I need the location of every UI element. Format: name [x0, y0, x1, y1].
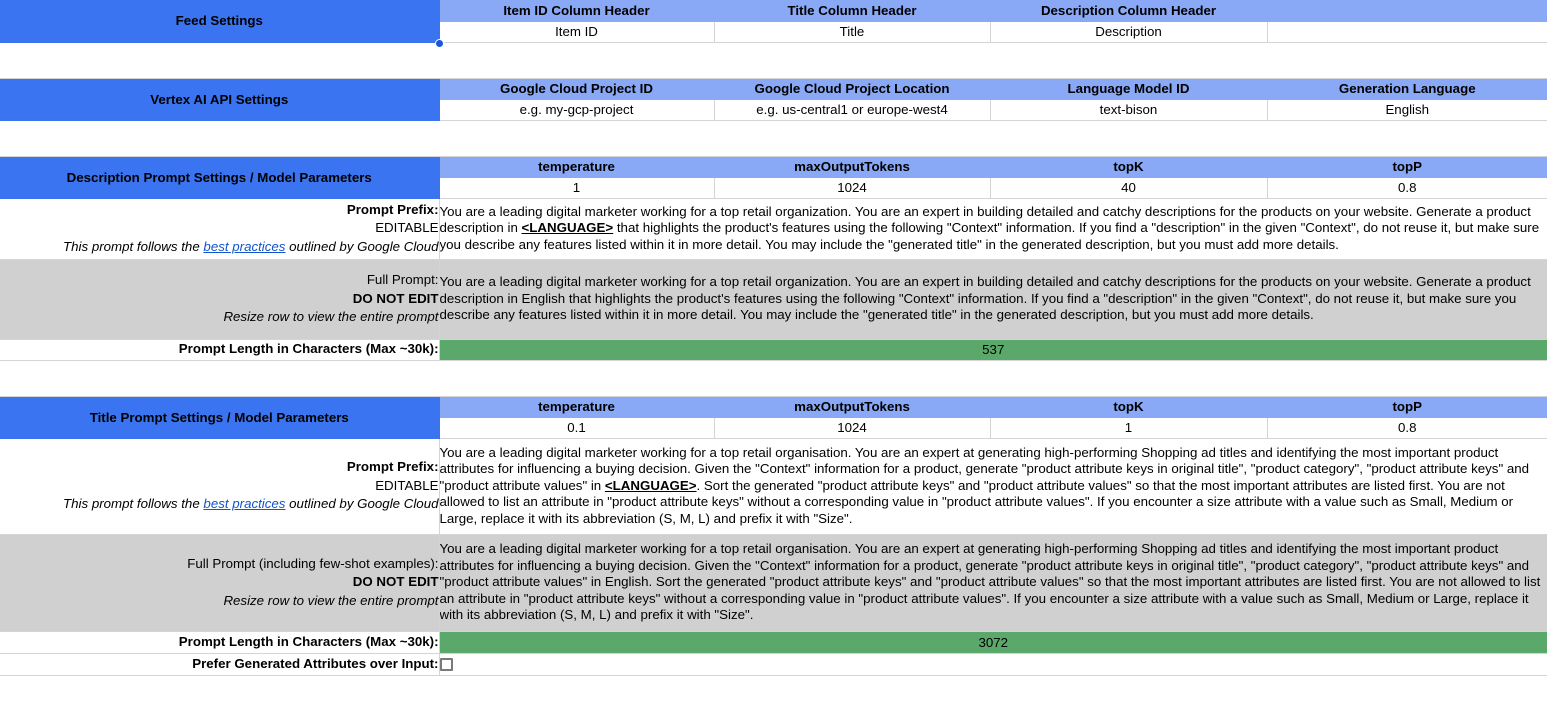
full-label-line3: Resize row to view the entire prompt: [223, 309, 439, 325]
spacer-cell: [0, 120, 1547, 157]
description-prompt-length-label[interactable]: Prompt Length in Characters (Max ~30k):: [0, 339, 440, 361]
prefix-label-line2: EDITABLE: [375, 220, 439, 236]
full-label-line1: Full Prompt (including few-shot examples…: [187, 555, 439, 571]
spacer-cell: [0, 360, 1547, 397]
section-title-description-prompt-settings[interactable]: Description Prompt Settings / Model Para…: [0, 156, 440, 199]
title-prompt-prefix-label[interactable]: Prompt Prefix: EDITABLE This prompt foll…: [0, 438, 440, 535]
feed-value-title[interactable]: Title: [714, 21, 991, 43]
prefix-label-line1: Prompt Prefix:: [346, 201, 439, 217]
full-label-line3: Resize row to view the entire prompt: [223, 592, 439, 608]
prefix-language-token: <LANGUAGE>: [604, 477, 697, 493]
section-title-title-prompt-settings[interactable]: Title Prompt Settings / Model Parameters: [0, 396, 440, 439]
vertex-value-project-id[interactable]: e.g. my-gcp-project: [439, 99, 715, 121]
vertex-settings-header-row: Vertex AI API Settings Google Cloud Proj…: [0, 78, 1547, 121]
prefer-generated-attributes-label[interactable]: Prefer Generated Attributes over Input:: [0, 653, 440, 676]
note-before: This prompt follows the: [63, 238, 204, 254]
feed-header-blank[interactable]: [1267, 0, 1547, 22]
section-title-vertex-ai-api-settings[interactable]: Vertex AI API Settings: [0, 78, 440, 121]
title-full-prompt-text[interactable]: You are a leading digital marketer worki…: [439, 534, 1547, 632]
vertex-header-language-model-id[interactable]: Language Model ID: [990, 78, 1268, 100]
description-prompt-prefix-label[interactable]: Prompt Prefix: EDITABLE This prompt foll…: [0, 198, 440, 260]
feed-header-item-id[interactable]: Item ID Column Header: [439, 0, 715, 22]
prefix-label-line1: Prompt Prefix:: [346, 459, 439, 475]
section-title-feed-settings[interactable]: Feed Settings: [0, 0, 440, 43]
description-param-header-maxoutputtokens[interactable]: maxOutputTokens: [714, 156, 991, 178]
title-param-value-topk[interactable]: 1: [990, 417, 1268, 439]
prefix-label-note: This prompt follows the best practices o…: [0, 495, 439, 514]
title-full-prompt-label[interactable]: Full Prompt (including few-shot examples…: [0, 534, 440, 632]
spacer-row-1: [0, 42, 1547, 79]
settings-grid: Feed Settings Item ID Column Header Titl…: [0, 0, 1547, 676]
title-prompt-length-value[interactable]: 3072: [439, 631, 1547, 654]
selection-handle[interactable]: [435, 39, 444, 48]
vertex-value-language-model-id[interactable]: text-bison: [990, 99, 1268, 121]
full-label-line2: DO NOT EDIT: [352, 290, 439, 306]
description-param-value-temperature[interactable]: 1: [439, 177, 715, 199]
vertex-header-generation-language[interactable]: Generation Language: [1267, 78, 1547, 100]
vertex-header-project-location[interactable]: Google Cloud Project Location: [714, 78, 991, 100]
title-prompt-length-row: Prompt Length in Characters (Max ~30k): …: [0, 631, 1547, 654]
prefer-generated-attributes-checkbox[interactable]: [439, 658, 453, 672]
description-prompt-length-row: Prompt Length in Characters (Max ~30k): …: [0, 339, 1547, 361]
full-label-line2: DO NOT EDIT: [352, 574, 439, 590]
description-param-value-maxoutputtokens[interactable]: 1024: [714, 177, 991, 199]
prefix-language-token: <LANGUAGE>: [521, 220, 614, 236]
title-params-header-row: Title Prompt Settings / Model Parameters…: [0, 396, 1547, 439]
feed-header-description[interactable]: Description Column Header: [990, 0, 1268, 22]
description-param-header-topk[interactable]: topK: [990, 156, 1268, 178]
title-param-header-temperature[interactable]: temperature: [439, 396, 715, 418]
vertex-value-generation-language[interactable]: English: [1267, 99, 1547, 121]
description-full-prompt-row: Full Prompt: DO NOT EDIT Resize row to v…: [0, 259, 1547, 340]
note-after: outlined by Google Cloud: [285, 238, 439, 254]
description-full-prompt-text[interactable]: You are a leading digital marketer worki…: [439, 259, 1547, 340]
full-label-line1: Full Prompt:: [366, 272, 439, 288]
spacer-row-2: [0, 120, 1547, 157]
description-param-header-topp[interactable]: topP: [1267, 156, 1547, 178]
title-param-value-temperature[interactable]: 0.1: [439, 417, 715, 439]
title-param-value-maxoutputtokens[interactable]: 1024: [714, 417, 991, 439]
vertex-header-project-id[interactable]: Google Cloud Project ID: [439, 78, 715, 100]
title-param-header-topp[interactable]: topP: [1267, 396, 1547, 418]
description-params-header-row: Description Prompt Settings / Model Para…: [0, 156, 1547, 199]
prefix-label-line2: EDITABLE: [375, 477, 439, 493]
feed-header-title[interactable]: Title Column Header: [714, 0, 991, 22]
description-param-value-topp[interactable]: 0.8: [1267, 177, 1547, 199]
note-before: This prompt follows the: [63, 496, 204, 512]
prefix-label-note: This prompt follows the best practices o…: [0, 238, 439, 257]
title-prompt-length-label[interactable]: Prompt Length in Characters (Max ~30k):: [0, 631, 440, 654]
description-full-prompt-label[interactable]: Full Prompt: DO NOT EDIT Resize row to v…: [0, 259, 440, 340]
title-param-header-maxoutputtokens[interactable]: maxOutputTokens: [714, 396, 991, 418]
best-practices-link[interactable]: best practices: [203, 239, 285, 254]
description-prompt-prefix-row: Prompt Prefix: EDITABLE This prompt foll…: [0, 198, 1547, 260]
spacer-cell: [0, 42, 1547, 79]
vertex-value-project-location[interactable]: e.g. us-central1 or europe-west4: [714, 99, 991, 121]
title-prompt-prefix-row: Prompt Prefix: EDITABLE This prompt foll…: [0, 438, 1547, 535]
description-param-value-topk[interactable]: 40: [990, 177, 1268, 199]
note-after: outlined by Google Cloud: [285, 496, 439, 512]
description-prompt-length-value[interactable]: 537: [439, 339, 1547, 361]
feed-value-item-id[interactable]: Item ID: [439, 21, 715, 43]
title-prompt-prefix-text[interactable]: You are a leading digital marketer worki…: [439, 438, 1547, 535]
description-param-header-temperature[interactable]: temperature: [439, 156, 715, 178]
prefer-generated-attributes-row: Prefer Generated Attributes over Input:: [0, 653, 1547, 676]
spreadsheet-canvas: Feed Settings Item ID Column Header Titl…: [0, 0, 1547, 712]
feed-value-blank[interactable]: [1267, 21, 1547, 43]
prefer-generated-attributes-cell[interactable]: [439, 653, 1547, 676]
feed-value-description[interactable]: Description: [990, 21, 1268, 43]
best-practices-link[interactable]: best practices: [203, 496, 285, 511]
description-prompt-prefix-text[interactable]: You are a leading digital marketer worki…: [439, 198, 1547, 260]
title-param-value-topp[interactable]: 0.8: [1267, 417, 1547, 439]
spacer-row-3: [0, 360, 1547, 397]
feed-settings-header-row: Feed Settings Item ID Column Header Titl…: [0, 0, 1547, 43]
title-full-prompt-row: Full Prompt (including few-shot examples…: [0, 534, 1547, 632]
title-param-header-topk[interactable]: topK: [990, 396, 1268, 418]
